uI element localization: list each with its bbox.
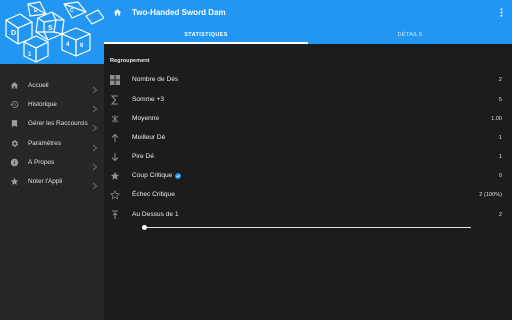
app-bar: Two-Handed Sword Dam STATISTIQUES DÉTAIL…	[104, 0, 512, 44]
drawer-item-rate[interactable]: Noter l'Appli	[0, 172, 104, 191]
svg-text:É: É	[34, 6, 38, 14]
stat-row-above-threshold: Au Dessus de 1 2	[104, 205, 512, 224]
drawer-item-label: Gérer les Raccourcis	[28, 120, 88, 128]
stat-label: Échec Critique	[132, 191, 175, 198]
home-icon	[0, 81, 28, 90]
stat-label: Pire Dé	[132, 153, 154, 160]
stat-value: 5	[498, 96, 502, 103]
home-button[interactable]	[110, 6, 124, 20]
arrow-up-icon	[109, 132, 121, 144]
drawer-header-logo: D É S C 4 6 1	[0, 0, 104, 64]
drawer-item-label: Historique	[28, 101, 57, 109]
svg-text:1: 1	[28, 52, 32, 58]
stat-label-text: Coup Critique	[132, 172, 173, 179]
stat-row-average: Moyenne 1.00	[104, 109, 512, 128]
star-outline-icon	[109, 189, 121, 201]
info-icon	[0, 158, 28, 167]
arrow-down-icon	[109, 151, 121, 163]
stat-value: 2	[498, 76, 502, 83]
chevron-right-icon	[92, 177, 98, 195]
drawer-item-settings[interactable]: Paramètres	[0, 134, 104, 153]
drawer-item-about[interactable]: À Propos	[0, 153, 104, 172]
drawer-item-shortcuts[interactable]: Gérer les Raccourcis	[0, 114, 104, 133]
stat-value: 1	[498, 134, 502, 141]
tab-details[interactable]: DÉTAILS	[308, 26, 512, 44]
stat-row-dice-count: Nombre de Dés 2	[104, 70, 512, 89]
stat-row-critical-fail: Échec Critique 2 (100%)	[104, 185, 512, 204]
stat-value: 1	[498, 153, 502, 160]
statistics-panel: Regroupement Nombre de Dés 2 Somme +3 5 …	[104, 44, 512, 320]
stat-label: Moyenne	[132, 115, 160, 122]
stat-value: 2 (100%)	[479, 191, 502, 198]
stat-value: 0	[498, 172, 502, 179]
gear-icon	[0, 139, 28, 148]
stat-row-best-die: Meilleur Dé 1	[104, 128, 512, 147]
navigation-drawer: D É S C 4 6 1 Accueil Historique Gérer l…	[0, 0, 104, 320]
dice-logo-icon: D É S C 4 6 1	[5, 1, 104, 63]
stat-row-sum: Somme +3 5	[104, 90, 512, 109]
bookmark-icon	[0, 119, 28, 128]
drawer-item-home[interactable]: Accueil	[0, 76, 104, 95]
drawer-item-label: Accueil	[28, 82, 49, 90]
stat-value: 2	[498, 211, 502, 218]
info-icon[interactable]	[175, 172, 182, 179]
star-filled-icon	[109, 170, 121, 182]
page-title: Two-Handed Sword Dam	[132, 8, 226, 17]
svg-text:4: 4	[66, 42, 70, 48]
threshold-slider-thumb[interactable]	[142, 225, 147, 230]
average-icon	[109, 113, 121, 125]
stat-value: 1.00	[491, 115, 502, 122]
drawer-item-label: Noter l'Appli	[28, 178, 63, 186]
section-title: Regroupement	[110, 58, 150, 64]
drawer-menu: Accueil Historique Gérer les Raccourcis	[0, 76, 104, 191]
overflow-menu-button[interactable]	[496, 7, 506, 19]
more-vert-icon	[500, 4, 503, 22]
stat-row-critical-hit: Coup Critique 0	[104, 166, 512, 185]
star-icon	[0, 177, 28, 186]
svg-text:C: C	[70, 8, 74, 14]
above-threshold-icon	[109, 209, 121, 221]
svg-text:S: S	[48, 25, 53, 32]
stat-row-worst-die: Pire Dé 1	[104, 147, 512, 166]
sigma-icon	[109, 94, 121, 106]
stat-label: Au Dessus de 1	[132, 211, 179, 218]
drawer-item-history[interactable]: Historique	[0, 95, 104, 114]
stat-label: Nombre de Dés	[132, 76, 179, 83]
svg-text:D: D	[11, 30, 16, 37]
grid-icon	[109, 74, 121, 86]
stat-label: Meilleur Dé	[132, 134, 166, 141]
history-icon	[0, 100, 28, 109]
drawer-item-label: À Propos	[28, 158, 55, 166]
drawer-item-label: Paramètres	[28, 139, 62, 147]
svg-text:6: 6	[80, 43, 84, 49]
stat-label: Somme +3	[132, 96, 165, 103]
home-icon	[113, 4, 122, 22]
stat-label: Coup Critique	[132, 172, 182, 179]
threshold-slider[interactable]	[144, 227, 471, 228]
